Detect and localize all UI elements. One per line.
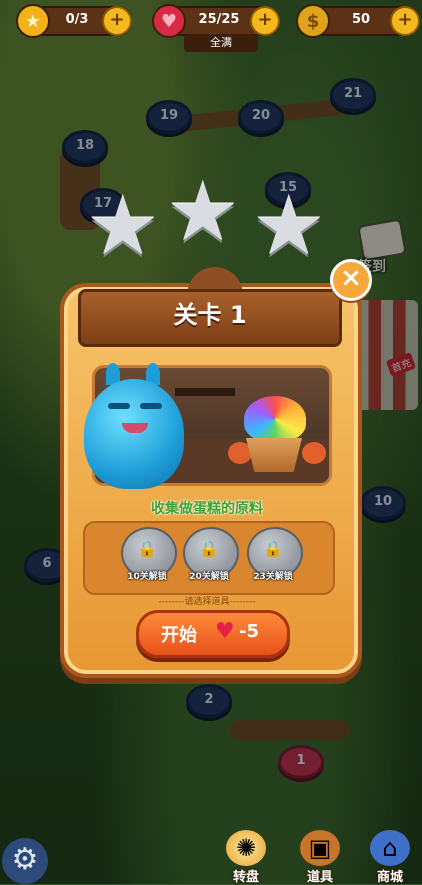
shop-icon: ⌂ — [370, 830, 410, 866]
wheel-label: 转盘 — [232, 870, 259, 885]
shop-label: 商城 — [376, 870, 403, 885]
blue-monster-mascot — [78, 353, 196, 493]
level-star-2: ★ — [166, 165, 240, 260]
level-star-3: ★ — [252, 179, 326, 274]
items-button[interactable]: ▣ 道具 — [290, 830, 350, 885]
cupcake-cup — [246, 438, 302, 472]
start-label: 开始 — [161, 625, 197, 646]
monster-body — [84, 379, 184, 489]
monster-eye-left — [108, 403, 130, 409]
level-star-1: ★ — [86, 179, 160, 274]
coins-counter: $ 50 + — [296, 4, 420, 38]
booster-slot-3[interactable]: 🔒 23关解锁 — [245, 527, 303, 587]
booster-slot-1[interactable]: 🔒 10关解锁 — [119, 527, 177, 587]
lock-icon: 🔒 — [199, 539, 219, 558]
treasure-chest-icon: ▣ — [300, 830, 340, 866]
heart-icon: ♥ — [152, 4, 186, 38]
booster-slot-2[interactable]: 🔒 20关解锁 — [181, 527, 239, 587]
settings-gear-icon[interactable]: ⚙ — [2, 838, 48, 884]
booster-items-panel: 🔒 10关解锁 🔒 20关解锁 🔒 23关解锁 — [83, 521, 335, 595]
add-coins-button[interactable]: + — [390, 6, 420, 36]
close-button[interactable]: × — [330, 259, 372, 301]
start-button[interactable]: 开始 ♥ -5 — [136, 610, 290, 658]
lives-counter: ♥ 25/25 + — [152, 4, 280, 38]
level-title: 关卡 1 — [78, 289, 342, 347]
level-goal-text: 收集做蛋糕的原料 — [151, 501, 263, 517]
select-booster-hint: --------请选择道具-------- — [158, 597, 256, 607]
booster-caption: 10关解锁 — [127, 572, 167, 582]
booster-caption: 23关解锁 — [253, 572, 293, 582]
lock-icon: 🔒 — [137, 539, 157, 558]
add-stars-button[interactable]: + — [102, 6, 132, 36]
coins-value: 50 — [351, 12, 371, 27]
stars-counter: ★ 0/3 + — [16, 4, 132, 38]
coin-icon: $ — [296, 4, 330, 38]
add-lives-button[interactable]: + — [250, 6, 280, 36]
monster-eye-right — [140, 403, 162, 409]
cupcake-frosting — [244, 396, 306, 442]
items-label: 道具 — [306, 870, 333, 885]
lock-icon: 🔒 — [263, 539, 283, 558]
start-cost: -5 — [239, 621, 259, 642]
wheel-button[interactable]: ✺ 转盘 — [216, 830, 276, 885]
cupcake-wing-right — [302, 442, 326, 464]
top-resource-bar: ★ 0/3 + ♥ 25/25 + $ 50 + — [4, 4, 420, 38]
shop-button[interactable]: ⌂ 商城 — [360, 830, 420, 885]
lives-status-tag: 全满 — [184, 34, 258, 52]
wheel-icon: ✺ — [226, 830, 266, 866]
lives-value: 25/25 — [198, 12, 240, 27]
heart-icon: ♥ — [215, 619, 235, 644]
rainbow-cupcake-illustration — [228, 392, 326, 476]
star-icon: ★ — [16, 4, 50, 38]
booster-caption: 20关解锁 — [189, 572, 229, 582]
stars-value: 0/3 — [65, 12, 89, 27]
